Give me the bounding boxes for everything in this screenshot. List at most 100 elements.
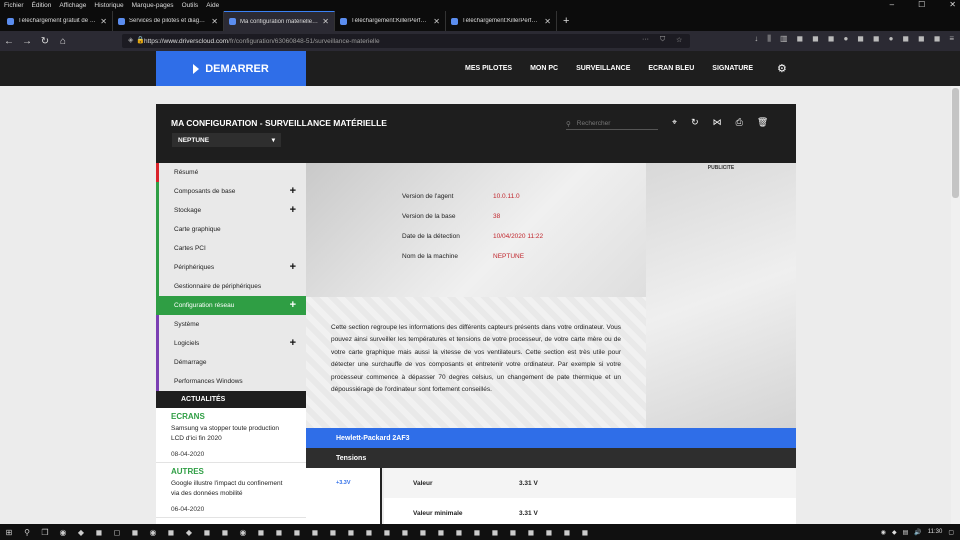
app-icon[interactable]: ◼	[414, 528, 432, 537]
expand-icon[interactable]: +	[290, 337, 296, 349]
expand-icon[interactable]: +	[290, 299, 296, 311]
shield-icon[interactable]: ◈	[128, 36, 133, 44]
sidebar-item[interactable]: Résumé	[156, 163, 306, 182]
close-icon[interactable]: ✕	[433, 17, 440, 26]
extension-icon[interactable]: ◼	[873, 34, 880, 44]
back-icon[interactable]: ←	[0, 36, 18, 47]
reload-icon[interactable]: ↻	[36, 36, 54, 47]
task-view-icon[interactable]: ❐	[36, 528, 54, 537]
app-icon[interactable]: ◼	[576, 528, 594, 537]
tag-icon[interactable]: ⌖	[672, 117, 677, 128]
search-icon[interactable]: ⚲	[18, 528, 36, 537]
app-icon[interactable]: ◼	[432, 528, 450, 537]
downloads-icon[interactable]: ↓	[754, 34, 758, 44]
app-icon[interactable]: ◉	[54, 528, 72, 537]
sidebar-item[interactable]: Démarrage	[156, 353, 306, 372]
sidebar-item[interactable]: Cartes PCI	[156, 239, 306, 258]
news-headline[interactable]: Samsung va stopper toute production LCD …	[171, 424, 291, 444]
browser-tab[interactable]: Ma configuration matérielle et ✕	[224, 11, 335, 31]
extension-icon[interactable]: ◼	[828, 34, 835, 44]
close-icon[interactable]: ✕	[949, 0, 956, 9]
start-button[interactable]: DEMARRER	[156, 51, 306, 86]
app-icon[interactable]: ◉	[234, 528, 252, 537]
nav-blue-screen[interactable]: ECRAN BLEU	[648, 65, 694, 72]
share-icon[interactable]: ⋈	[713, 117, 722, 128]
menu-item[interactable]: Outils	[182, 2, 199, 9]
refresh-icon[interactable]: ↻	[691, 117, 699, 128]
app-icon[interactable]: ◼	[450, 528, 468, 537]
sidebar-item[interactable]: Périphériques +	[156, 258, 306, 277]
expand-icon[interactable]: +	[290, 261, 296, 273]
close-icon[interactable]: ✕	[211, 17, 218, 26]
hamburger-menu-icon[interactable]: ≡	[949, 34, 954, 44]
extension-icon[interactable]: ◼	[797, 34, 804, 44]
browser-tab[interactable]: Services de pilotes et diagnostic ✕	[113, 11, 224, 31]
expand-icon[interactable]: +	[290, 204, 296, 216]
print-icon[interactable]: ⎙	[736, 117, 743, 128]
sidebar-item[interactable]: Stockage +	[156, 201, 306, 220]
app-icon[interactable]: ◼	[162, 528, 180, 537]
volume-icon[interactable]: 🔊	[914, 529, 921, 536]
bookmark-star-icon[interactable]: ☆	[676, 36, 682, 44]
menu-item[interactable]: Aide	[206, 2, 219, 9]
search-field[interactable]: ⚲ Rechercher	[566, 118, 658, 130]
clock[interactable]: 11:30	[928, 529, 943, 535]
app-icon[interactable]: ◼	[126, 528, 144, 537]
maximize-icon[interactable]: ☐	[918, 0, 925, 9]
app-icon[interactable]: ◼	[270, 528, 288, 537]
app-icon[interactable]: ◉	[144, 528, 162, 537]
pocket-icon[interactable]: ⛉	[660, 36, 665, 44]
minimize-icon[interactable]: –	[890, 0, 894, 9]
section-header[interactable]: Tensions	[306, 448, 796, 468]
extension-icon[interactable]: ◼	[857, 34, 864, 44]
sidebar-icon[interactable]: ▥	[780, 34, 788, 44]
menu-item[interactable]: Affichage	[59, 2, 86, 9]
close-icon[interactable]: ✕	[544, 17, 551, 26]
gear-icon[interactable]: ⚙	[777, 62, 787, 75]
extension-icon[interactable]: ●	[843, 34, 848, 44]
app-icon[interactable]: ◼	[486, 528, 504, 537]
close-icon[interactable]: ✕	[100, 17, 107, 26]
new-tab-button[interactable]: +	[557, 11, 575, 31]
app-icon[interactable]: ◼	[558, 528, 576, 537]
menu-item[interactable]: Édition	[32, 2, 52, 9]
extension-icon[interactable]: ◼	[812, 34, 819, 44]
windows-start-icon[interactable]: ⊞	[0, 528, 18, 537]
sidebar-item[interactable]: Carte graphique	[156, 220, 306, 239]
sidebar-item[interactable]: Performances Windows	[156, 372, 306, 391]
app-icon[interactable]: ◼	[540, 528, 558, 537]
library-icon[interactable]: ⫼	[767, 34, 771, 44]
sidebar-item[interactable]: Gestionnaire de périphériques	[156, 277, 306, 296]
sidebar-item[interactable]: Logiciels +	[156, 334, 306, 353]
app-icon[interactable]: ◼	[198, 528, 216, 537]
sidebar-item[interactable]: Configuration réseau +	[156, 296, 306, 315]
browser-tab[interactable]: Téléchargement:KillerPerforma ✕	[335, 11, 446, 31]
app-icon[interactable]: ◼	[90, 528, 108, 537]
sidebar-item[interactable]: Système	[156, 315, 306, 334]
nav-my-pc[interactable]: MON PC	[530, 65, 558, 72]
nav-monitoring[interactable]: SURVEILLANCE	[576, 65, 630, 72]
trash-icon[interactable]: 🗑	[757, 117, 768, 128]
sidebar-item[interactable]: Composants de base +	[156, 182, 306, 201]
news-item[interactable]: AUTRES Google illustre l'impact du confin…	[156, 463, 306, 518]
app-icon[interactable]: ◼	[342, 528, 360, 537]
notifications-icon[interactable]: ▢	[948, 529, 954, 536]
close-icon[interactable]: ✕	[322, 17, 329, 26]
more-actions-icon[interactable]: ···	[642, 36, 649, 43]
menu-item[interactable]: Fichier	[4, 2, 24, 9]
news-item[interactable]: ECRANS Samsung va stopper toute productio…	[156, 408, 306, 463]
extension-icon[interactable]: ●	[889, 34, 894, 44]
expand-icon[interactable]: +	[290, 185, 296, 197]
network-icon[interactable]: ▤	[903, 529, 909, 536]
app-icon[interactable]: ◼	[324, 528, 342, 537]
app-icon[interactable]: ◼	[504, 528, 522, 537]
device-header[interactable]: Hewlett-Packard 2AF3	[306, 428, 796, 448]
news-headline[interactable]: Google illustre l'impact du confinement …	[171, 479, 291, 499]
app-icon[interactable]: ◼	[522, 528, 540, 537]
app-icon[interactable]: ◼	[360, 528, 378, 537]
scrollbar-thumb[interactable]	[952, 88, 959, 198]
home-icon[interactable]: ⌂	[54, 36, 72, 47]
url-bar[interactable]: ◈ 🔒 https://www.driverscloud.com/fr/conf…	[122, 34, 690, 48]
app-icon[interactable]: ◼	[252, 528, 270, 537]
menu-item[interactable]: Historique	[94, 2, 123, 9]
